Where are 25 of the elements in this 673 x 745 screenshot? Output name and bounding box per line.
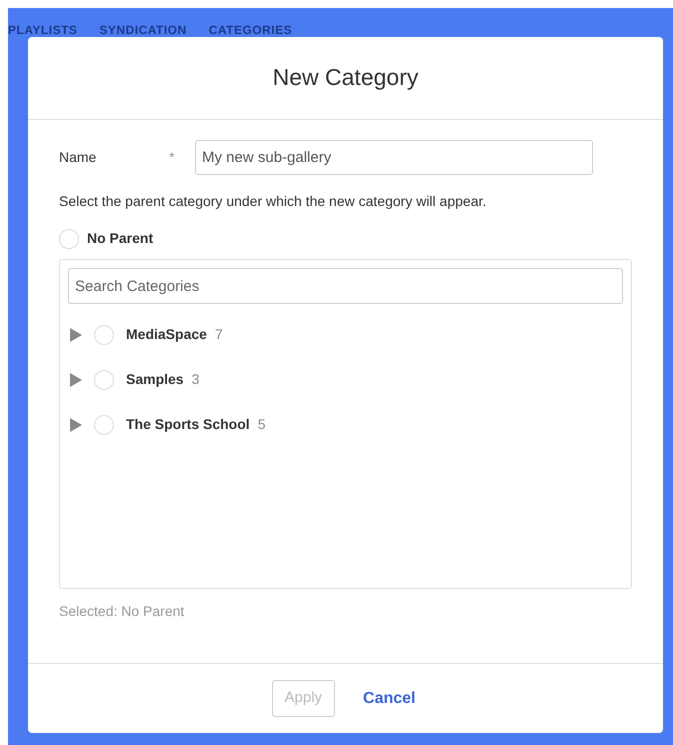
radio-button[interactable]: [94, 324, 114, 344]
cancel-link[interactable]: Cancel: [359, 680, 420, 716]
caret-right-icon[interactable]: [70, 328, 82, 342]
search-field[interactable]: Search Categories: [68, 268, 623, 304]
radio-button[interactable]: [59, 228, 79, 248]
radio-button[interactable]: [94, 414, 114, 434]
caret-right-icon[interactable]: [70, 418, 82, 432]
category-count: 3: [192, 370, 200, 389]
category-name: Samples: [126, 370, 184, 389]
radio-button[interactable]: [94, 370, 114, 390]
radio-label: No Parent: [87, 229, 154, 248]
caret-right-icon[interactable]: [70, 372, 82, 386]
backdrop-tab-label: SYNDICATION: [99, 22, 187, 39]
selection-text: Selected: No Parent: [59, 602, 186, 621]
name-label: Name: [59, 148, 98, 167]
dialog-title: New Category: [272, 64, 418, 92]
required-mark: *: [169, 148, 176, 167]
instruction-text: Select the parent category under which the new category will appear.: [59, 192, 488, 211]
category-name: MediaSpace: [126, 325, 207, 344]
category-name: The Sports School: [126, 415, 250, 434]
category-count: 5: [258, 415, 266, 434]
name-field[interactable]: My new sub-gallery: [195, 140, 593, 175]
backdrop-tab-label: CATEGORIES: [208, 22, 292, 39]
category-count: 7: [214, 325, 223, 344]
backdrop-tab-label: PLAYLISTS: [8, 22, 78, 39]
